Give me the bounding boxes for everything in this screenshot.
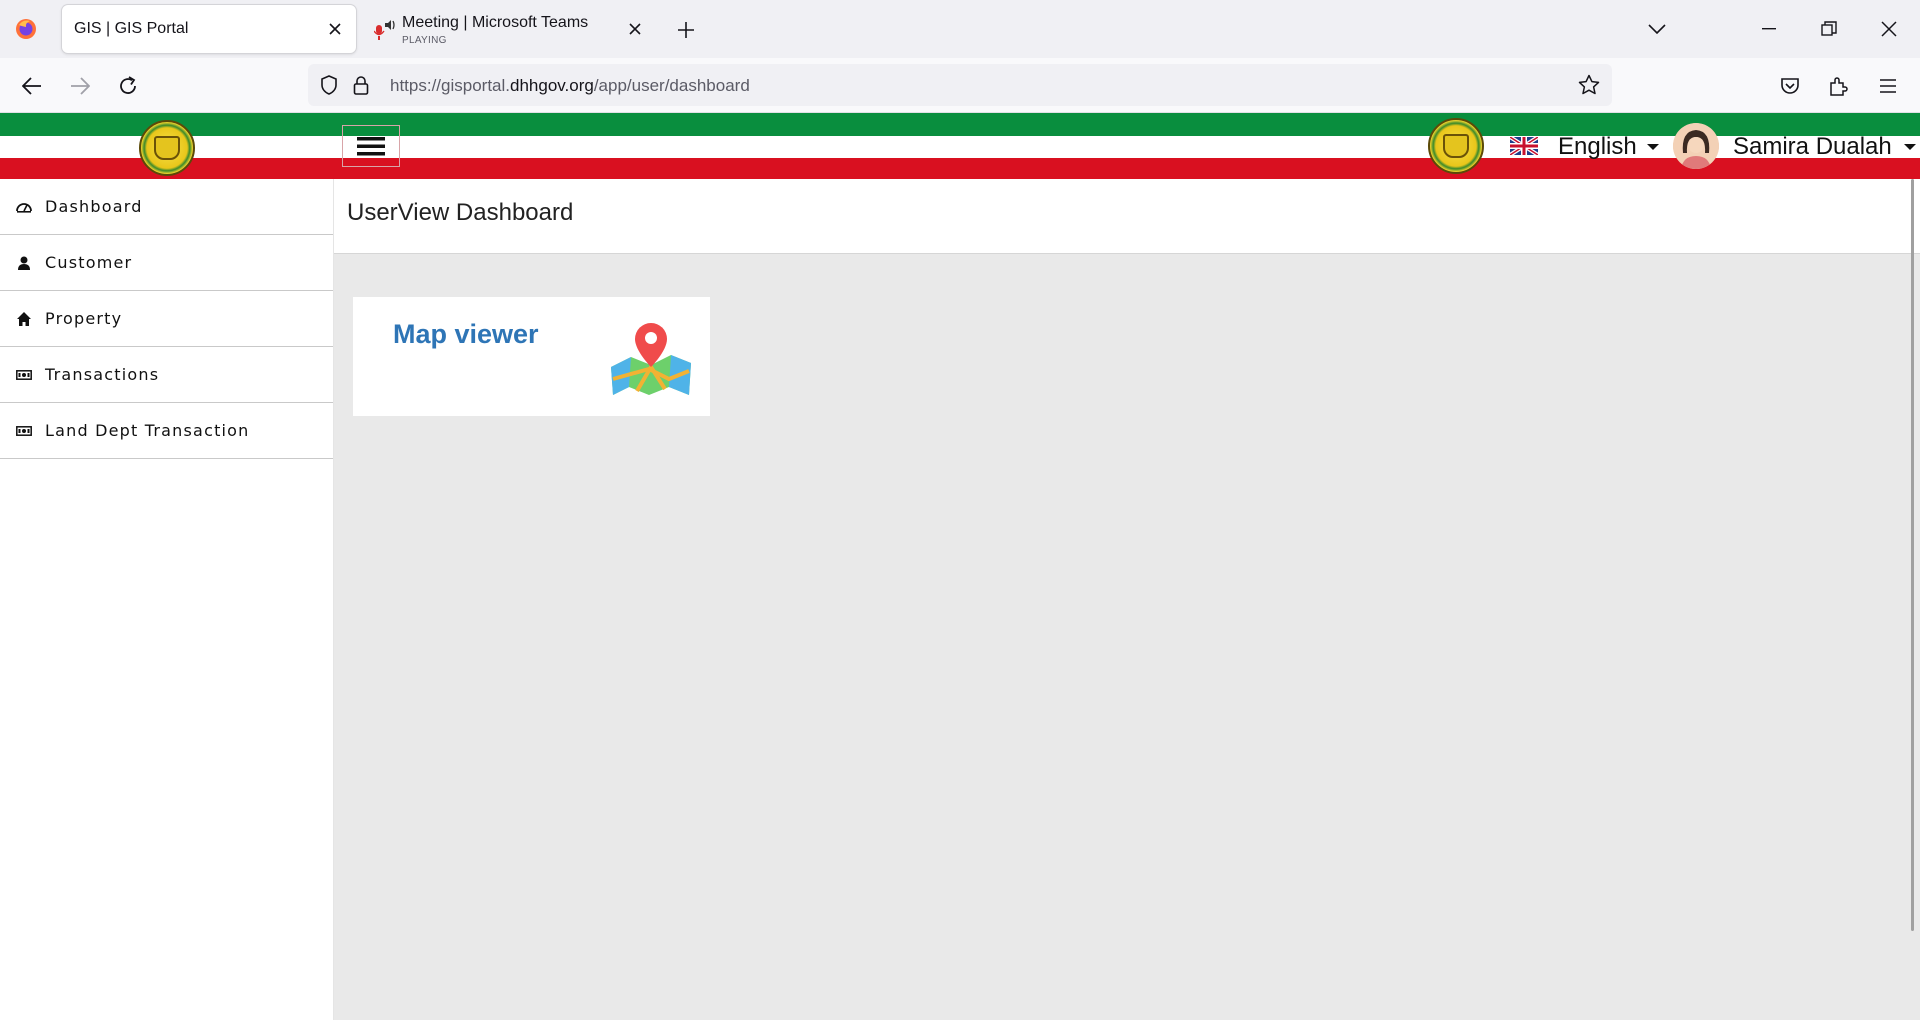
user-menu-dropdown[interactable]: Samira Dualah: [1733, 133, 1916, 161]
user-icon: [16, 256, 32, 270]
tab-playing-label: PLAYING: [402, 35, 447, 46]
page-scrollbar[interactable]: [1911, 179, 1914, 931]
extensions-icon[interactable]: [1822, 70, 1854, 102]
list-all-tabs-icon[interactable]: [1642, 14, 1672, 44]
sidebar-item-label: Transactions: [45, 365, 160, 384]
new-tab-button[interactable]: [672, 16, 700, 44]
map-viewer-link[interactable]: Map viewer: [393, 319, 539, 350]
main-content: UserView Dashboard Map viewer: [334, 179, 1920, 1020]
menu-icon[interactable]: [1872, 70, 1904, 102]
sidebar-item-label: Land Dept Transaction: [45, 421, 250, 440]
map-viewer-card[interactable]: Map viewer: [353, 297, 710, 416]
pocket-icon[interactable]: [1774, 70, 1806, 102]
back-button[interactable]: [16, 70, 48, 102]
close-icon[interactable]: [324, 18, 346, 40]
hamburger-icon: [357, 137, 385, 156]
caret-down-icon: [1646, 144, 1659, 150]
home-icon: [16, 311, 32, 326]
tab-microsoft-teams[interactable]: Meeting | Microsoft Teams PLAYING: [362, 5, 656, 53]
browser-nav-bar: https://gisportal.dhhgov.org/app/user/da…: [0, 58, 1920, 113]
uk-flag-icon: [1510, 137, 1538, 155]
sidebar-item-dashboard[interactable]: Dashboard: [0, 179, 333, 235]
sidebar-item-property[interactable]: Property: [0, 291, 333, 347]
map-pin-icon: [611, 323, 691, 395]
dashboard-icon: [16, 200, 32, 214]
browser-tab-bar: GIS | GIS Portal Meeting | Microsoft Tea…: [0, 0, 1920, 58]
shield-icon[interactable]: [318, 74, 340, 96]
emblem-logo[interactable]: [139, 120, 195, 176]
sidebar-item-label: Customer: [45, 253, 133, 272]
microphone-speaker-icon: [374, 20, 395, 40]
emblem-shield: [1443, 134, 1469, 158]
minimize-icon[interactable]: [1754, 14, 1784, 44]
sidebar-item-label: Property: [45, 309, 123, 328]
sidebar-item-transactions[interactable]: Transactions: [0, 347, 333, 403]
sidebar-toggle-button[interactable]: [342, 125, 400, 167]
close-window-icon[interactable]: [1874, 14, 1904, 44]
url-text[interactable]: https://gisportal.dhhgov.org/app/user/da…: [390, 76, 750, 96]
sidebar-item-customer[interactable]: Customer: [0, 235, 333, 291]
sidebar-item-label: Dashboard: [45, 197, 143, 216]
tab-gis-portal[interactable]: GIS | GIS Portal: [62, 5, 356, 53]
language-dropdown[interactable]: English: [1558, 133, 1659, 161]
emblem-shield: [154, 136, 180, 160]
forward-button[interactable]: [64, 70, 96, 102]
flag-stripe-red: [0, 158, 1920, 179]
tab-title: Meeting | Microsoft Teams: [402, 14, 589, 31]
money-icon: [16, 424, 32, 438]
caret-down-icon: [1903, 144, 1916, 150]
reload-button[interactable]: [112, 70, 144, 102]
restore-icon[interactable]: [1814, 14, 1844, 44]
avatar[interactable]: [1673, 123, 1719, 169]
money-icon: [16, 368, 32, 382]
tab-title: GIS | GIS Portal: [74, 20, 189, 37]
url-bar[interactable]: https://gisportal.dhhgov.org/app/user/da…: [308, 64, 1612, 106]
close-icon[interactable]: [624, 18, 646, 40]
lock-icon[interactable]: [350, 74, 372, 96]
site-header: English Samira Dualah: [0, 113, 1920, 179]
emblem-logo-right: [1428, 118, 1484, 174]
sidebar-item-land-dept-transaction[interactable]: Land Dept Transaction: [0, 403, 333, 459]
page-header: UserView Dashboard: [334, 179, 1920, 254]
bookmark-star-icon[interactable]: [1578, 74, 1600, 96]
language-label: English: [1558, 133, 1637, 160]
sidebar: Dashboard Customer Property Transactions…: [0, 179, 334, 1020]
user-name: Samira Dualah: [1733, 133, 1892, 160]
page-title: UserView Dashboard: [347, 199, 574, 226]
firefox-logo-icon[interactable]: [14, 17, 38, 41]
